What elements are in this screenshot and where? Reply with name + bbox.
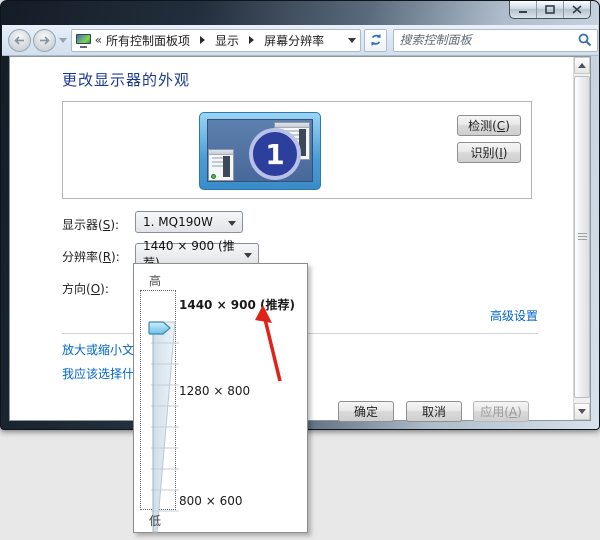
advanced-settings-link[interactable]: 高级设置: [490, 307, 538, 324]
navigation-bar: « 所有控制面板项 显示 屏幕分辨率: [2, 25, 598, 56]
scroll-up-button[interactable]: [574, 57, 590, 74]
ok-button[interactable]: 确定: [338, 401, 394, 422]
cancel-button[interactable]: 取消: [406, 401, 462, 422]
resolution-select[interactable]: 1440 × 900 (推荐): [135, 239, 259, 270]
vertical-scrollbar[interactable]: [573, 57, 590, 420]
search-input[interactable]: [399, 33, 578, 47]
monitor-screen: 1: [207, 119, 313, 182]
chevron-down-icon: [244, 253, 252, 258]
scroll-down-button[interactable]: [574, 403, 590, 420]
scrollbar-grip-icon: [578, 233, 587, 240]
address-dropdown-icon[interactable]: [347, 37, 356, 43]
monitor-preview[interactable]: 1: [199, 112, 321, 190]
page-title: 更改显示器的外观: [62, 71, 191, 89]
resolution-option-800x600[interactable]: 800 × 600: [179, 494, 243, 508]
caption-buttons: [509, 1, 591, 19]
breadcrumb-overflow-chevron[interactable]: «: [95, 33, 102, 47]
maximize-icon: [545, 5, 555, 14]
display-label: 显示器(S):: [62, 218, 120, 232]
triangle-down-icon: [578, 409, 586, 414]
search-icon[interactable]: [578, 33, 592, 47]
resolution-label: 分辨率(R):: [62, 250, 120, 264]
recent-pages-dropdown-icon[interactable]: [58, 37, 67, 43]
close-button[interactable]: [564, 1, 590, 18]
refresh-button[interactable]: [363, 28, 388, 52]
resolution-option-1280x800[interactable]: 1280 × 800: [179, 384, 250, 398]
display-select-value: 1. MQ190W: [143, 215, 213, 229]
resolution-slider[interactable]: [140, 290, 179, 533]
detect-button[interactable]: 检测(C): [457, 115, 521, 136]
orientation-label: 方向(O):: [62, 282, 109, 296]
monitor-preview-panel: 1 检测(C) 识别(I): [62, 101, 532, 199]
forward-arrow-icon: [39, 35, 50, 45]
apply-button: 应用(A): [473, 401, 529, 422]
display-select[interactable]: 1. MQ190W: [135, 211, 243, 233]
forward-button[interactable]: [32, 28, 56, 52]
display-icon: [75, 34, 91, 48]
slider-track: [151, 321, 179, 533]
triangle-up-icon: [578, 63, 586, 68]
breadcrumb-item-display[interactable]: 显示: [215, 32, 239, 49]
close-icon: [572, 5, 582, 14]
red-annotation-arrow: [255, 305, 282, 382]
minimize-button[interactable]: [510, 1, 537, 18]
breadcrumb-item-screen-resolution[interactable]: 屏幕分辨率: [264, 32, 324, 49]
back-button[interactable]: [8, 28, 31, 52]
breadcrumb-item-all-control-panel[interactable]: 所有控制面板项: [106, 32, 190, 49]
slider-high-label: 高: [149, 274, 162, 288]
slider-low-label: 低: [149, 514, 162, 528]
address-bar[interactable]: « 所有控制面板项 显示 屏幕分辨率: [70, 28, 361, 52]
search-box: [393, 28, 598, 52]
minimize-icon: [519, 11, 527, 13]
back-arrow-icon: [14, 35, 24, 45]
start-orb-icon: [211, 174, 216, 179]
slider-thumb[interactable]: [148, 321, 172, 335]
breadcrumb-separator-icon: [200, 36, 206, 44]
scrollbar-thumb[interactable]: [574, 76, 590, 398]
chevron-down-icon: [228, 221, 236, 226]
refresh-icon: [370, 34, 381, 46]
breadcrumb-separator-icon: [249, 36, 255, 44]
monitor-number-badge: 1: [249, 128, 301, 180]
maximize-button[interactable]: [537, 1, 564, 18]
identify-button[interactable]: 识别(I): [457, 142, 521, 163]
